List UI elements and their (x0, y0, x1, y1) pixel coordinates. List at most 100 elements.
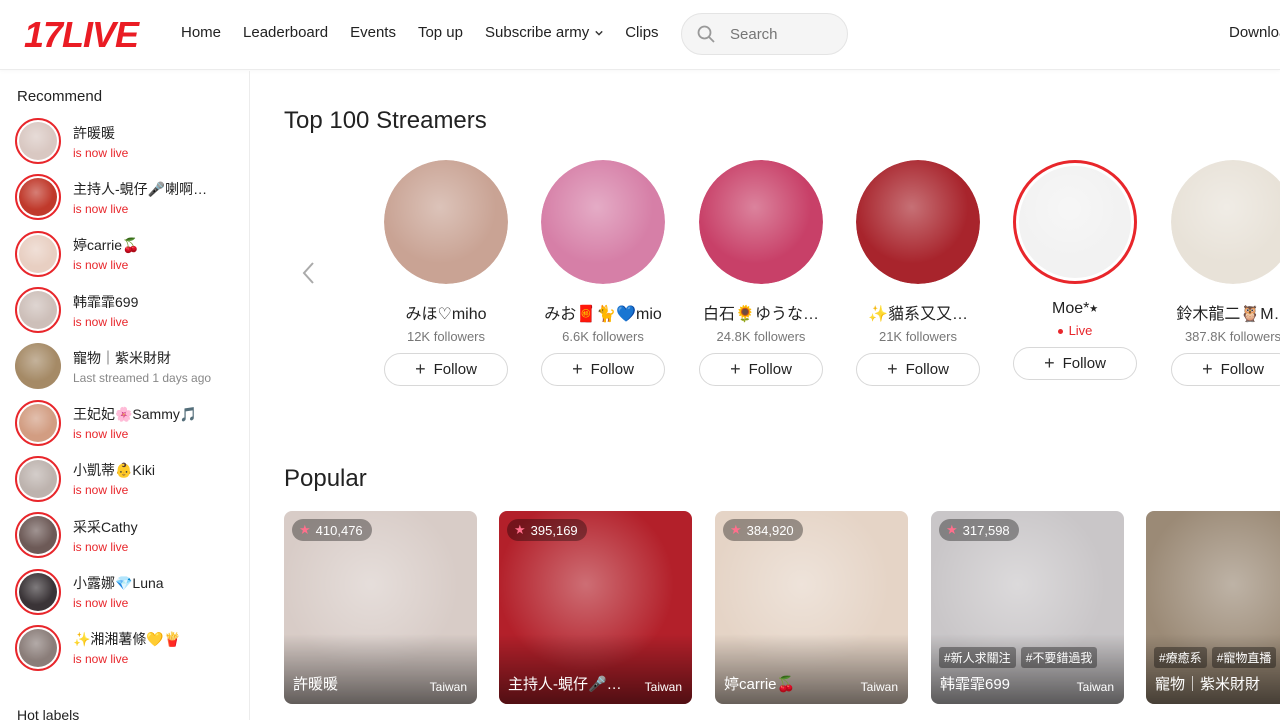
avatar (15, 624, 61, 671)
sidebar-item-status: is now live (73, 596, 129, 611)
top-header: 17LIVE Home Leaderboard Events Top up Su… (0, 0, 1280, 70)
follow-button[interactable]: + Follow (1013, 347, 1137, 380)
popular-stream-card[interactable]: ★ 410,476 許暖暖 Taiwan (284, 511, 477, 704)
sidebar-recommend-item[interactable]: 王妃妃🌸Sammy🎵 is now live (15, 394, 245, 450)
recommend-title: Recommend (17, 88, 103, 105)
nav-top-up[interactable]: Top up (418, 24, 463, 41)
live-dot-icon (1057, 329, 1063, 335)
streamer-followers: 387.8K followers (1170, 329, 1280, 344)
viewer-count-badge: ★ 317,598 (939, 519, 1019, 541)
hot-labels-title: Hot labels (17, 707, 80, 723)
avatar (15, 343, 61, 390)
streamer-card[interactable]: みお🧧🐈💙mio 6.6K followers + Follow (540, 160, 666, 386)
viewer-count: 317,598 (962, 522, 1010, 538)
sidebar-item-status: is now live (73, 652, 129, 667)
sidebar-recommend-item[interactable]: 婷carrie🍒 is now live (15, 226, 245, 282)
sidebar-item-name: 小凱蒂👶Kiki (73, 462, 155, 479)
stream-region: Taiwan (644, 680, 682, 694)
sidebar-item-text: 主持人-蜆仔🎤喇啊… is now live (73, 179, 207, 216)
sidebar-recommend-item[interactable]: 韩霏霏699 is now live (15, 282, 245, 338)
live-indicator: Live (1012, 323, 1138, 338)
streamer-avatar[interactable] (699, 160, 823, 284)
sidebar-item-name: 采采Cathy (73, 518, 138, 535)
stream-tag[interactable]: #新人求關注 (939, 647, 1016, 668)
streamer-avatar-image (1019, 166, 1131, 278)
popular-stream-card[interactable]: ★ 395,169 主持人-蜆仔🎤… Taiwan (499, 511, 692, 704)
sidebar-recommend-item[interactable]: ✨湘湘薯條💛🍟 is now live (15, 620, 245, 676)
avatar (15, 512, 61, 559)
streamer-card[interactable]: 白石🌻ゆうな… 24.8K followers + Follow (698, 160, 824, 386)
sidebar-item-status: is now live (73, 427, 129, 442)
sidebar-item-status: is now live (73, 483, 129, 498)
carousel-prev-icon[interactable] (298, 260, 320, 286)
follow-button[interactable]: + Follow (1171, 353, 1280, 386)
popular-title: Popular (284, 465, 367, 492)
streamer-card[interactable]: 鈴木龍二🦉M… 387.8K followers + Follow (1170, 160, 1280, 386)
stream-title: 主持人-蜆仔🎤… (508, 676, 622, 693)
nav-events[interactable]: Events (350, 24, 396, 41)
follow-button[interactable]: + Follow (856, 353, 980, 386)
avatar (15, 287, 61, 334)
sidebar-item-text: 小凱蒂👶Kiki is now live (73, 460, 155, 497)
sidebar-recommend-item[interactable]: 小露娜💎Luna is now live (15, 563, 245, 619)
stream-title: 婷carrie🍒 (724, 676, 796, 693)
streamer-name: 白石🌻ゆうな… (703, 306, 819, 323)
streamer-avatar-image (384, 160, 508, 284)
stream-tag[interactable]: #療癒系 (1154, 647, 1207, 668)
streamer-followers-text: 12K followers (406, 329, 486, 344)
follow-button[interactable]: + Follow (699, 353, 823, 386)
streamer-card[interactable]: みほ♡miho 12K followers + Follow (383, 160, 509, 386)
sidebar-item-text: 采采Cathy is now live (73, 517, 138, 554)
sidebar-recommend-item[interactable]: 采采Cathy is now live (15, 507, 245, 563)
nav-home[interactable]: Home (181, 24, 221, 41)
search-input[interactable] (730, 25, 830, 43)
17live-logo[interactable]: 17LIVE (24, 14, 139, 56)
sidebar-recommend-item[interactable]: 寵物｜紫米財財 Last streamed 1 days ago (15, 338, 245, 394)
streamer-followers-text: 24.8K followers (716, 329, 806, 344)
sidebar-recommend-item[interactable]: 許暖暖 is now live (15, 113, 245, 169)
stream-tag[interactable]: #寵物直播 (1211, 647, 1277, 668)
streamer-card[interactable]: ✨貓系又又… 21K followers + Follow (855, 160, 981, 386)
search-box[interactable] (681, 13, 848, 55)
chevron-down-icon (595, 30, 603, 36)
streamer-avatar[interactable] (1013, 160, 1137, 284)
sidebar-item-text: 韩霏霏699 is now live (73, 292, 138, 329)
popular-stream-card[interactable]: #療癒系 #寵物直播寵物｜紫米財財 (1146, 511, 1280, 704)
sidebar-item-text: 小露娜💎Luna is now live (73, 573, 164, 610)
nav-subscribe-army[interactable]: Subscribe army (485, 24, 603, 41)
follow-button[interactable]: + Follow (384, 353, 508, 386)
popular-stream-card[interactable]: ★ 317,598 #新人求關注 #不要錯過我 韩霏霏699 Taiwan (931, 511, 1124, 704)
sidebar-item-status: is now live (73, 258, 129, 273)
streamer-followers: 12K followers (383, 329, 509, 344)
sidebar-item-text: 寵物｜紫米財財 Last streamed 1 days ago (73, 348, 211, 385)
plus-icon: + (1044, 353, 1055, 373)
follow-button[interactable]: + Follow (541, 353, 665, 386)
top-streamers-title: Top 100 Streamers (284, 107, 487, 134)
viewer-count: 384,920 (746, 522, 794, 538)
plus-icon: + (572, 359, 583, 379)
sidebar-item-name: 韩霏霏699 (73, 293, 139, 310)
sidebar-item-text: ✨湘湘薯條💛🍟 is now live (73, 629, 181, 666)
streamer-name: 鈴木龍二🦉M… (1176, 306, 1280, 323)
streamer-card[interactable]: Moe*⭑ Live + Follow (1012, 160, 1138, 380)
sidebar-recommend-item[interactable]: 小凱蒂👶Kiki is now live (15, 451, 245, 507)
streamer-avatar[interactable] (384, 160, 508, 284)
star-icon: ★ (730, 522, 742, 537)
streamer-avatar[interactable] (1171, 160, 1280, 284)
plus-icon: + (887, 359, 898, 379)
sidebar-recommend-item[interactable]: 主持人-蜆仔🎤喇啊… is now live (15, 169, 245, 225)
stream-title: 寵物｜紫米財財 (1155, 676, 1261, 693)
stream-title: 許暖暖 (293, 676, 339, 693)
stream-tag[interactable]: #不要錯過我 (1020, 647, 1098, 668)
popular-stream-card[interactable]: ★ 384,920 婷carrie🍒 Taiwan (715, 511, 908, 704)
avatar-image (15, 343, 61, 390)
nav-leaderboard[interactable]: Leaderboard (243, 24, 328, 41)
follow-button-label: Follow (1062, 355, 1106, 372)
sidebar-item-name: 婷carrie🍒 (73, 237, 140, 254)
viewer-count-badge: ★ 410,476 (292, 519, 372, 541)
nav-clips[interactable]: Clips (625, 24, 658, 41)
follow-button-label: Follow (1220, 361, 1264, 378)
download-link[interactable]: Download (1229, 24, 1280, 41)
streamer-avatar[interactable] (856, 160, 980, 284)
streamer-avatar[interactable] (541, 160, 665, 284)
